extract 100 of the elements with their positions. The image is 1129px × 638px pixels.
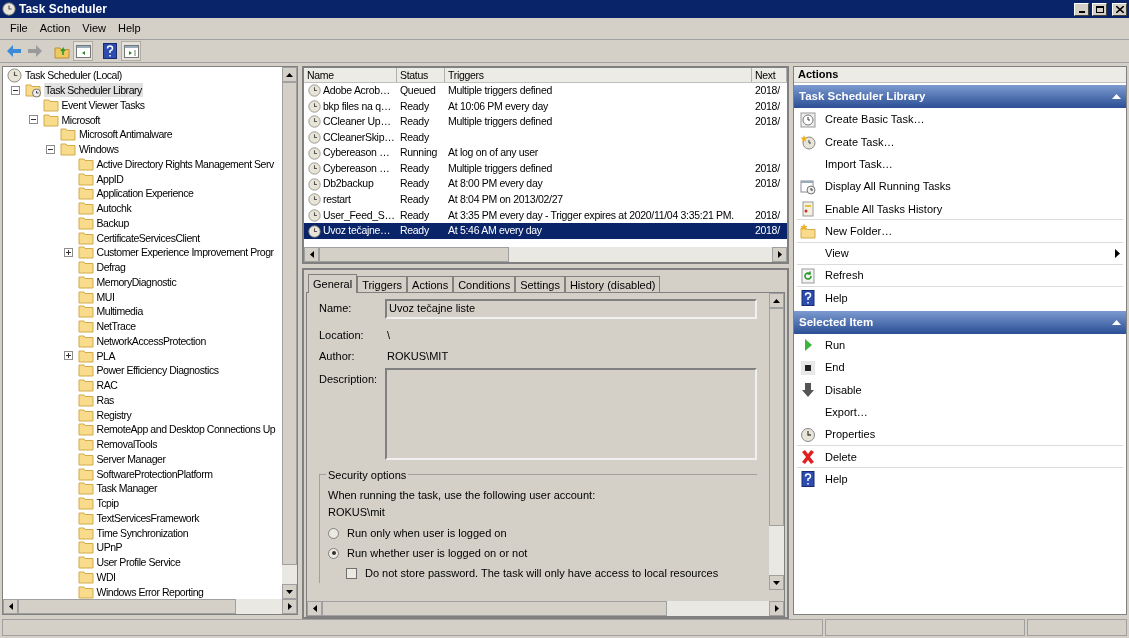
horizontal-scrollbar[interactable]: [3, 599, 297, 614]
horizontal-scrollbar[interactable]: [304, 247, 787, 262]
command-item[interactable]: End: [797, 355, 1123, 379]
table-row[interactable]: Db2backup Ready At 8:00 PM every day 2018/: [304, 176, 787, 193]
help-button[interactable]: [100, 41, 120, 61]
tree-item[interactable]: Task Manager: [95, 481, 159, 496]
tree-item[interactable]: Ras: [95, 392, 115, 407]
tree-item[interactable]: Active Directory Rights Management Serv: [95, 156, 275, 171]
tree-item[interactable]: PLA: [95, 348, 116, 363]
tab[interactable]: History (disabled): [564, 276, 661, 292]
command-item[interactable]: Import Task…: [797, 152, 1123, 175]
tree-item[interactable]: RAC: [95, 378, 119, 393]
radio-button[interactable]: [328, 527, 339, 539]
tree-item[interactable]: Event Viewer Tasks: [60, 97, 146, 112]
tree-item[interactable]: RemoteApp and Desktop Connections Up: [95, 422, 277, 437]
command-item[interactable]: Create Basic Task…: [797, 108, 1123, 131]
collapse-arrow-icon[interactable]: [1112, 94, 1121, 99]
command-item[interactable]: Disable: [797, 378, 1123, 401]
expand-icon[interactable]: [63, 247, 73, 257]
table-row[interactable]: CCleanerSkip… Ready: [304, 129, 787, 146]
horizontal-scrollbar[interactable]: [307, 601, 784, 616]
console-tree-button[interactable]: [73, 41, 93, 61]
arrow-left-icon[interactable]: [312, 605, 317, 612]
tree-item[interactable]: WDI: [95, 569, 117, 584]
tree-item[interactable]: Multimedia: [95, 304, 144, 319]
collapse-icon[interactable]: [46, 144, 55, 154]
tree-item[interactable]: Registry: [95, 407, 133, 422]
section-header[interactable]: Task Scheduler Library: [794, 85, 1126, 108]
tree-item[interactable]: NetTrace: [95, 319, 137, 334]
tree-item[interactable]: MemoryDiagnostic: [95, 274, 178, 289]
tree-item[interactable]: Defrag: [95, 260, 127, 275]
action-pane-button[interactable]: [121, 41, 141, 61]
command-item[interactable]: Properties: [797, 422, 1123, 446]
menu-item[interactable]: File: [4, 19, 34, 38]
tab[interactable]: Settings: [515, 276, 565, 292]
column-header[interactable]: Triggers: [445, 68, 752, 82]
column-header[interactable]: Status: [397, 68, 445, 82]
table-row[interactable]: Cybereason … Ready Multiple triggers defined 2018/: [304, 160, 787, 177]
collapse-icon[interactable]: [28, 115, 38, 125]
arrow-right-icon[interactable]: [777, 251, 782, 258]
command-item[interactable]: Help: [797, 286, 1123, 309]
tree-item[interactable]: TextServicesFramework: [95, 510, 201, 525]
column-header[interactable]: Name: [304, 68, 397, 82]
tree-item[interactable]: Backup: [95, 215, 130, 230]
arrow-left-icon[interactable]: [8, 603, 13, 610]
arrow-right-icon[interactable]: [287, 603, 292, 610]
table-row[interactable]: User_Feed_S… Ready At 3:35 PM every day - Trigger expires at 2020/11/04 3:35:21 PM. 2018/: [304, 207, 787, 224]
arrow-up-icon[interactable]: [773, 298, 780, 303]
command-item[interactable]: Enable All Tasks History: [797, 197, 1123, 220]
tree-item[interactable]: NetworkAccessProtection: [95, 333, 207, 348]
tree-item[interactable]: Time Synchronization: [95, 525, 190, 540]
name-field[interactable]: Uvoz tečajne liste: [385, 298, 757, 319]
table-row[interactable]: Uvoz tečajne… Ready At 5:46 AM every day 2018/: [304, 223, 787, 239]
command-item[interactable]: Export…: [797, 400, 1123, 423]
table-row[interactable]: Cybereason … Running At log on of any user: [304, 145, 787, 161]
tree-item[interactable]: AppID: [95, 171, 125, 186]
tree-item[interactable]: SoftwareProtectionPlatform: [95, 466, 214, 481]
tab[interactable]: Triggers: [357, 276, 408, 292]
tree-item[interactable]: Application Experience: [95, 186, 195, 201]
menu-item[interactable]: Help: [111, 19, 147, 38]
tab[interactable]: Actions: [407, 276, 454, 292]
table-row[interactable]: Adobe Acrob… Queued Multiple triggers defined 2018/: [304, 83, 787, 99]
maximize-button[interactable]: [1092, 2, 1107, 16]
command-item[interactable]: View: [797, 241, 1123, 265]
tree-item[interactable]: User Profile Service: [95, 555, 182, 570]
tree-item[interactable]: Autochk: [95, 201, 133, 216]
tree-item[interactable]: Windows Error Reporting: [95, 584, 205, 599]
checkbox[interactable]: [346, 567, 357, 579]
tree-item[interactable]: Power Efficiency Diagnostics: [95, 363, 220, 378]
arrow-right-icon[interactable]: [774, 605, 779, 612]
tree-item[interactable]: CertificateServicesClient: [95, 230, 201, 245]
description-field[interactable]: [385, 368, 757, 460]
tree-item[interactable]: RemovalTools: [95, 437, 159, 452]
close-button[interactable]: [1112, 2, 1127, 16]
tree-item[interactable]: MUI: [95, 289, 116, 304]
tab[interactable]: General: [308, 274, 358, 293]
command-item[interactable]: Run: [797, 333, 1123, 356]
tree-item[interactable]: UPnP: [95, 540, 124, 555]
menu-item[interactable]: Action: [33, 19, 77, 38]
arrow-down-icon[interactable]: [773, 580, 780, 585]
command-item[interactable]: Help: [797, 467, 1123, 490]
tree-item[interactable]: Microsoft: [60, 112, 102, 127]
tree-item[interactable]: Windows: [78, 142, 120, 157]
expand-icon[interactable]: [63, 351, 73, 361]
table-row[interactable]: CCleaner Up… Ready Multiple triggers defined 2018/: [304, 114, 787, 130]
tree-item[interactable]: Task Scheduler (Local): [24, 68, 123, 83]
table-row[interactable]: restart Ready At 8:04 PM on 2013/02/27: [304, 192, 787, 208]
arrow-up-icon[interactable]: [286, 72, 293, 77]
column-header[interactable]: Next: [752, 68, 787, 82]
command-item[interactable]: Delete: [797, 445, 1123, 468]
table-row[interactable]: bkp files na q… Ready At 10:06 PM every day 2018/: [304, 98, 787, 115]
command-item[interactable]: Create Task…: [797, 130, 1123, 153]
command-item[interactable]: Refresh: [797, 264, 1123, 287]
section-header[interactable]: Selected Item: [794, 310, 1126, 334]
arrow-down-icon[interactable]: [286, 589, 293, 594]
tree-item[interactable]: Server Manager: [95, 451, 167, 466]
arrow-left-icon[interactable]: [309, 251, 314, 258]
minimize-button[interactable]: [1074, 2, 1089, 16]
tab[interactable]: Conditions: [453, 276, 516, 292]
command-item[interactable]: Display All Running Tasks: [797, 174, 1123, 198]
